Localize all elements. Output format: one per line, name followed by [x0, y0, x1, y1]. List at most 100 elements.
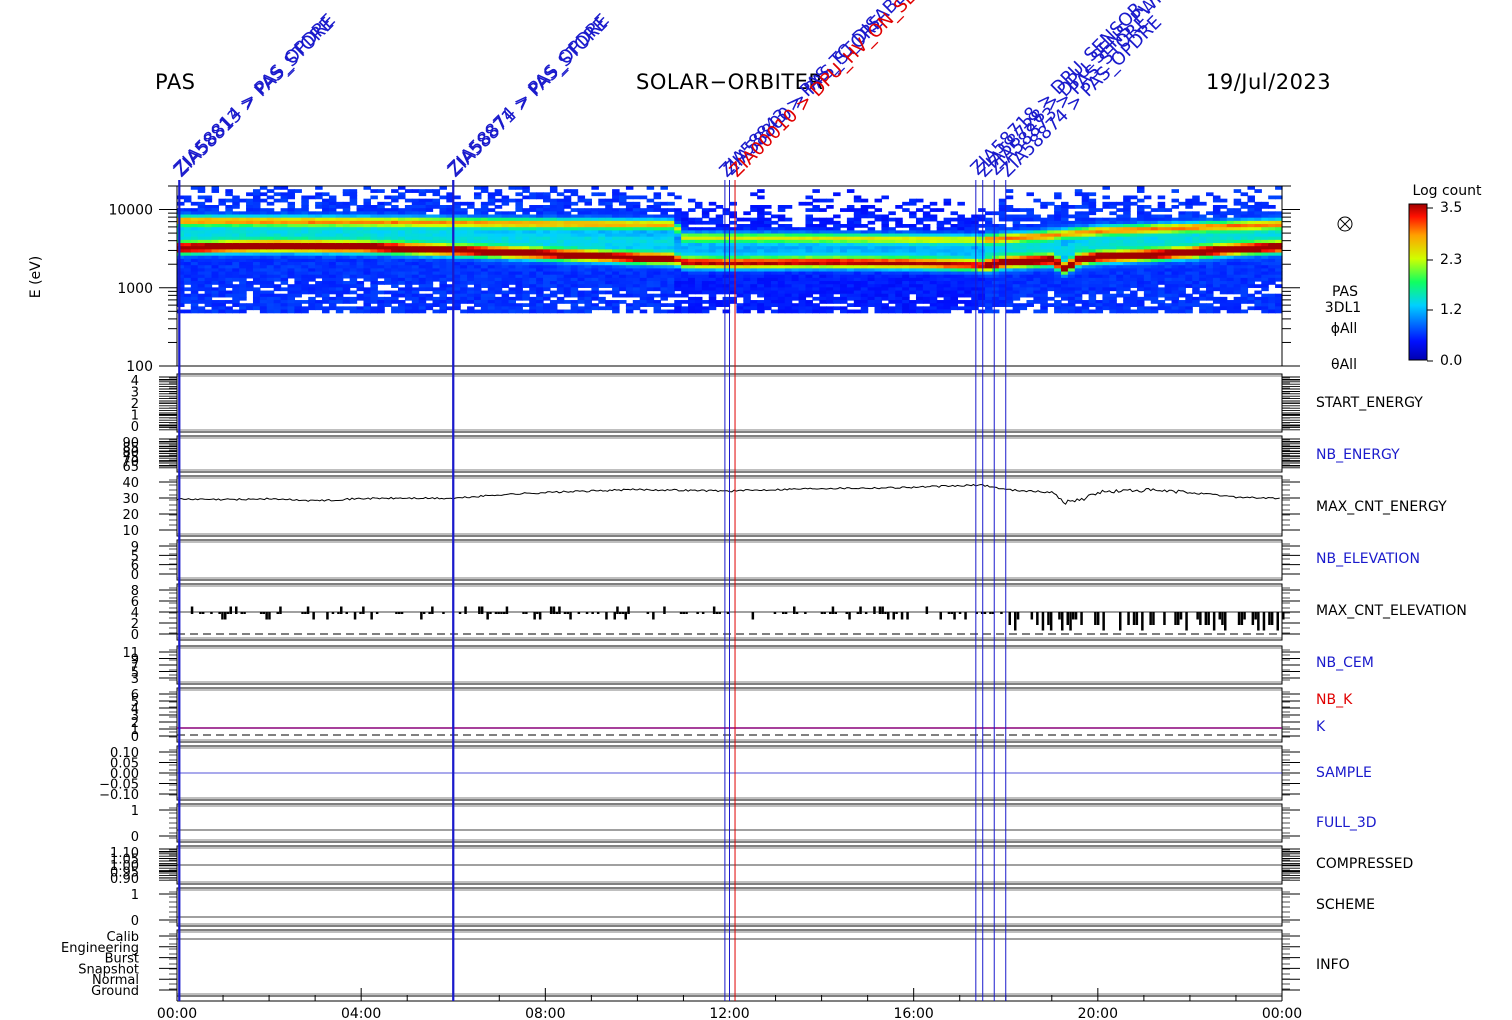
spectrogram-cell — [1143, 195, 1152, 200]
spectrogram-cell — [370, 309, 378, 314]
spectrogram-cell — [467, 300, 475, 304]
spectrogram-cell — [860, 198, 869, 203]
spectrogram-cell — [1233, 309, 1242, 314]
spectrogram-cell — [770, 303, 779, 307]
spectrogram-cell — [529, 208, 537, 212]
spectrogram-cell — [846, 303, 855, 307]
spectrogram-cell — [515, 309, 523, 314]
spectrogram-cell — [826, 309, 834, 314]
spectrogram-cell — [501, 284, 510, 288]
spectrogram-cell — [888, 309, 896, 314]
spectrogram-cell — [736, 309, 744, 314]
spectrogram-cell — [660, 303, 668, 307]
spectrogram-cell — [246, 192, 254, 197]
spectrogram-cell — [384, 195, 392, 200]
spectrogram-cell — [943, 201, 952, 206]
spectrogram-cell — [515, 192, 523, 197]
spectrogram-cell — [833, 306, 841, 311]
spectrogram-cell — [1019, 208, 1028, 212]
spectrogram-cell — [273, 309, 282, 314]
spectrogram-cell — [1240, 300, 1249, 304]
spectrogram-cell — [915, 309, 924, 314]
spectrogram-cell — [591, 186, 599, 190]
spectrogram-cell — [1136, 198, 1145, 203]
spectrogram-cell — [315, 205, 323, 209]
spectrogram-cell — [584, 201, 592, 206]
spectrogram-cell — [1102, 195, 1110, 200]
spectrogram-cell — [736, 217, 744, 222]
spectrogram-cell — [1240, 205, 1249, 209]
spectrogram-cell — [764, 306, 772, 311]
spectrogram-cell — [1088, 309, 1097, 314]
spectrogram-cell — [812, 198, 820, 203]
spectrogram-cell — [239, 198, 247, 203]
spectrogram-cell — [1199, 201, 1207, 206]
spectrogram-cell — [1005, 195, 1014, 200]
spectrogram-cell — [653, 287, 662, 292]
spectrogram-cell — [722, 309, 731, 314]
spectrogram-cell — [936, 208, 945, 212]
spectrogram-cell — [1074, 192, 1083, 197]
spectrogram-cell — [826, 300, 834, 304]
spectrogram-cell — [909, 214, 917, 219]
spectrogram-cell — [480, 189, 489, 193]
spectrogram-cell — [280, 287, 289, 292]
spectrogram-cell — [853, 309, 862, 314]
spectrogram-cell — [812, 189, 820, 193]
spectrogram-cell — [1219, 205, 1228, 209]
spectrogram-cell — [308, 195, 316, 200]
spectrogram-cell — [225, 198, 233, 203]
spectrogram-cell — [294, 309, 302, 314]
spectrogram-cell — [501, 201, 510, 206]
spectrogram-cell — [833, 290, 841, 295]
spectrogram-cell — [819, 198, 827, 203]
spectrogram-cell — [322, 309, 330, 314]
spectrogram-cell — [708, 201, 717, 206]
spectrogram-cell — [909, 290, 917, 295]
spectrogram-cell — [1081, 205, 1090, 209]
spectrogram-cell — [204, 303, 213, 307]
spectrogram-cell — [432, 192, 441, 197]
spectrogram-cell — [764, 211, 772, 216]
spectrogram-cell — [246, 306, 254, 311]
spectrogram-cell — [391, 189, 399, 193]
spectrogram-cell — [674, 293, 682, 298]
spectrogram-cell — [543, 296, 551, 301]
spectrogram-cell — [467, 281, 475, 285]
spectrogram-cell — [985, 309, 993, 314]
spectrogram-cell — [225, 309, 233, 314]
spectrogram-cell — [432, 309, 441, 314]
spectrogram-cell — [915, 220, 924, 225]
spectrogram-cell — [301, 309, 309, 314]
spectrogram-cell — [1219, 198, 1228, 203]
spectrogram-cell — [736, 293, 744, 298]
spectrogram-cell — [922, 217, 931, 222]
spectrogram-cell — [619, 201, 627, 206]
spectrogram-cell — [701, 300, 710, 304]
spectrogram-cell — [612, 309, 620, 314]
spectrogram-cell — [391, 300, 399, 304]
spectrogram-cell — [777, 217, 786, 222]
spectrogram-cell — [874, 198, 883, 203]
spectrogram-cell — [701, 309, 710, 314]
spectrogram-cell — [598, 192, 606, 197]
spectrogram-cell — [522, 284, 530, 288]
spectrogram-cell — [391, 309, 399, 314]
spectrogram-cell — [729, 290, 738, 295]
spectrogram-cell — [425, 296, 434, 301]
spectrogram-cell — [667, 293, 675, 298]
spectrogram-cell — [515, 296, 523, 301]
spectrogram-cell — [1005, 208, 1014, 212]
spectrogram-cell — [211, 309, 220, 314]
spectrogram-cell — [460, 300, 468, 304]
spectrogram-cell — [570, 201, 579, 206]
spectrogram-cell — [784, 205, 793, 209]
spectrogram-cell — [598, 201, 606, 206]
spectrogram-cell — [1026, 293, 1034, 298]
spectrogram-cell — [1192, 303, 1200, 307]
spectrogram-cell — [349, 300, 358, 304]
spectrogram-cell — [363, 277, 371, 282]
spectrogram-cell — [625, 309, 634, 314]
spectrogram-cell — [853, 224, 862, 228]
spectrogram-cell — [1150, 208, 1159, 212]
